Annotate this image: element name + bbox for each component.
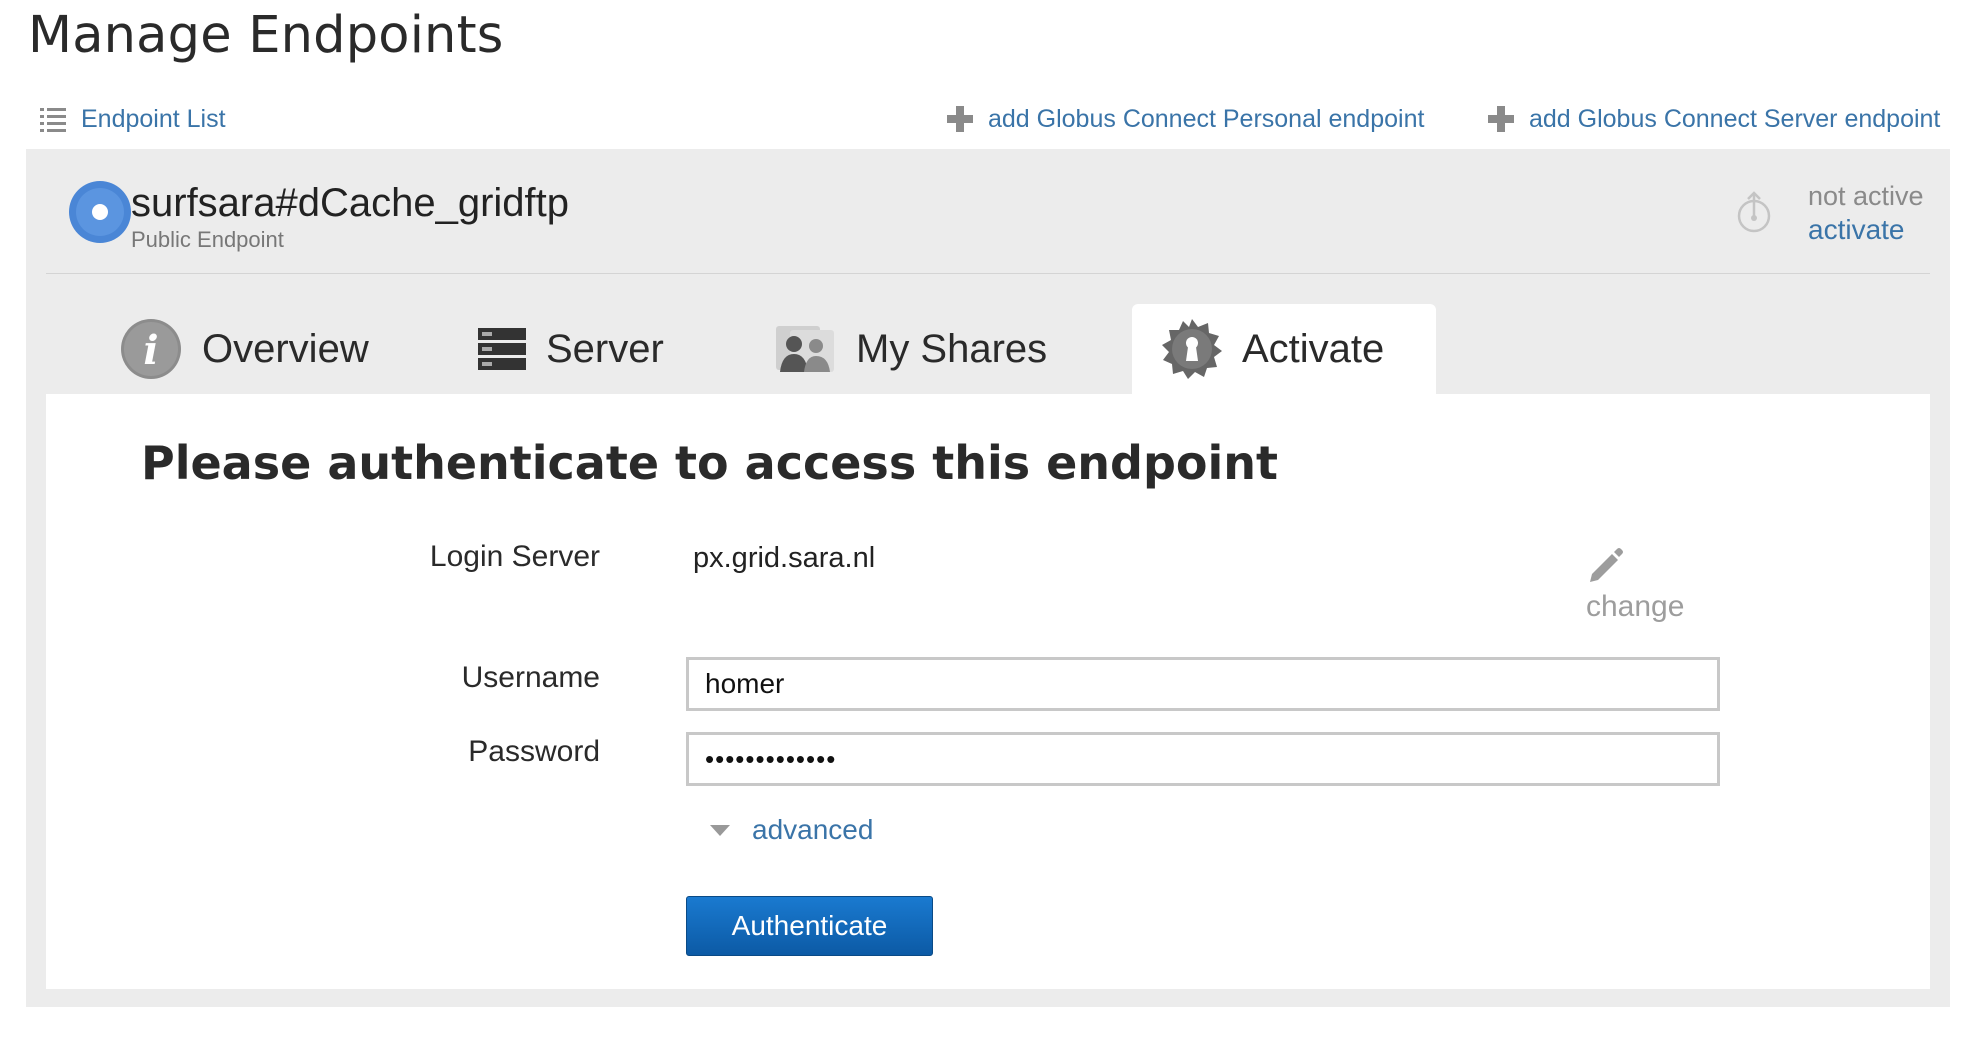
- tab-activate[interactable]: Activate: [1132, 304, 1436, 394]
- tab-overview-label: Overview: [202, 326, 369, 371]
- auth-title: Please authenticate to access this endpo…: [141, 436, 1279, 490]
- add-personal-endpoint-link[interactable]: add Globus Connect Personal endpoint: [946, 99, 1424, 139]
- username-label: Username: [461, 661, 600, 694]
- login-server-label: Login Server: [429, 540, 600, 573]
- tab-activate-label: Activate: [1242, 326, 1385, 371]
- endpoint-globe-icon: [69, 181, 131, 243]
- login-server-value: px.grid.sara.nl: [693, 542, 876, 574]
- endpoint-status: not active: [1808, 181, 1924, 211]
- plus-icon: [947, 106, 973, 132]
- svg-text:i: i: [143, 327, 158, 374]
- tab-my-shares-label: My Shares: [856, 326, 1048, 371]
- toplinks-bar: Endpoint List add Globus Connect Persona…: [0, 99, 1970, 139]
- change-link[interactable]: change: [1586, 590, 1684, 624]
- add-personal-endpoint-label: add Globus Connect Personal endpoint: [988, 104, 1425, 133]
- activate-badge-icon: [1162, 319, 1222, 379]
- username-input[interactable]: [686, 657, 1720, 711]
- shares-icon: [776, 326, 834, 372]
- info-icon: i: [121, 319, 181, 379]
- tab-server[interactable]: Server: [478, 304, 664, 394]
- password-label: Password: [468, 735, 600, 768]
- activate-content: Please authenticate to access this endpo…: [46, 394, 1930, 989]
- endpoint-list-link[interactable]: Endpoint List: [39, 99, 226, 139]
- activate-link[interactable]: activate: [1808, 213, 1905, 247]
- authenticate-button[interactable]: Authenticate: [686, 896, 933, 956]
- add-server-endpoint-link[interactable]: add Globus Connect Server endpoint: [1487, 99, 1940, 139]
- list-icon: [40, 108, 66, 132]
- advanced-label: advanced: [752, 814, 874, 845]
- endpoint-type: Public Endpoint: [131, 227, 284, 252]
- page-title: Manage Endpoints: [28, 6, 504, 65]
- password-input[interactable]: [686, 732, 1720, 786]
- advanced-toggle[interactable]: advanced: [710, 814, 873, 846]
- endpoint-header: surfsara#dCache_gridftp Public Endpoint …: [46, 149, 1930, 274]
- power-status-icon: [1737, 191, 1771, 233]
- tab-server-label: Server: [546, 326, 664, 371]
- server-icon: [478, 328, 526, 370]
- tab-my-shares[interactable]: My Shares: [774, 304, 1047, 394]
- tab-overview[interactable]: i Overview: [120, 304, 369, 394]
- plus-icon: [1488, 106, 1514, 132]
- pencil-icon[interactable]: [1586, 544, 1626, 584]
- endpoint-list-label: Endpoint List: [81, 104, 226, 133]
- caret-down-icon: [710, 825, 730, 836]
- endpoint-name: surfsara#dCache_gridftp: [131, 181, 570, 225]
- page: Manage Endpoints Endpoint List add Globu…: [0, 0, 1970, 1048]
- endpoint-panel: surfsara#dCache_gridftp Public Endpoint …: [26, 149, 1950, 1007]
- add-server-endpoint-label: add Globus Connect Server endpoint: [1529, 104, 1941, 133]
